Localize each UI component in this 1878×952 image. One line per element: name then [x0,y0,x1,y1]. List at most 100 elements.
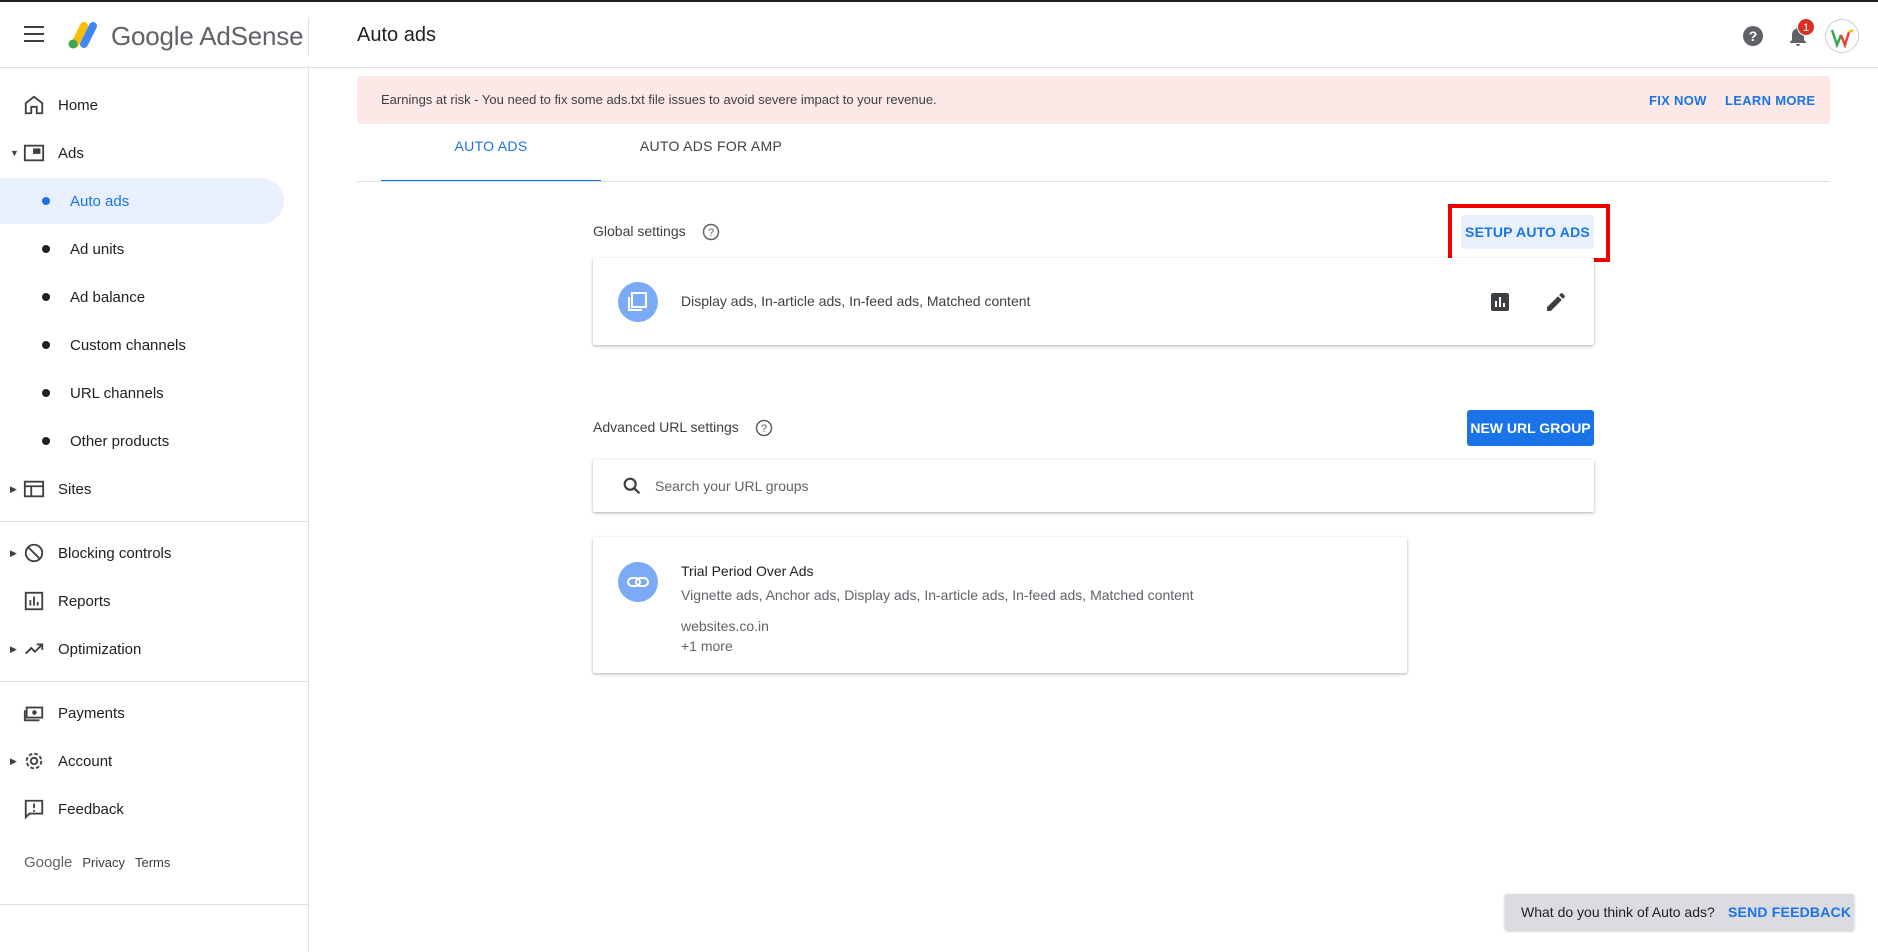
global-settings-title: Global settings [593,223,686,239]
footer-terms-link[interactable]: Terms [135,855,170,870]
copy-icon [628,292,647,311]
url-group-search [593,460,1594,512]
home-icon [24,95,44,115]
top-header: Google AdSense Auto ads ? 1 [0,2,1878,68]
sidebar-item-url-channels[interactable]: URL channels [0,370,284,416]
caret-right-icon: ▶ [10,547,17,558]
bullet-icon [42,437,50,445]
header-divider [308,18,309,56]
url-group-name: Trial Period Over Ads [681,563,814,579]
caret-right-icon: ▶ [10,483,17,494]
caret-down-icon: ▼ [10,148,19,158]
sidebar-item-optimization[interactable]: ▶ Optimization [0,626,284,672]
url-group-ad-types: Vignette ads, Anchor ads, Display ads, I… [681,587,1194,603]
sidebar-item-label: Other products [70,432,170,450]
global-ad-types: Display ads, In-article ads, In-feed ads… [681,293,1031,309]
caret-right-icon: ▶ [10,643,17,654]
sidebar-item-label: Optimization [58,640,142,658]
new-url-group-button[interactable]: NEW URL GROUP [1467,410,1594,446]
ads-icon [23,144,45,162]
sidebar-item-auto-ads[interactable]: Auto ads [0,178,284,224]
brand-name: Google AdSense [111,21,304,51]
url-group-card[interactable]: Trial Period Over Ads Vignette ads, Anch… [593,537,1407,673]
sidebar-item-label: Feedback [58,800,124,818]
sidebar-item-other-products[interactable]: Other products [0,418,284,464]
send-feedback-button[interactable]: SEND FEEDBACK [1728,904,1851,920]
trending-up-icon [25,643,44,655]
fix-now-button[interactable]: FIX NOW [1649,93,1707,108]
sites-icon [23,480,45,498]
svg-text:?: ? [1749,28,1758,44]
sidebar-item-label: Custom channels [70,336,186,354]
search-input[interactable] [655,474,1555,498]
svg-text:?: ? [761,423,767,435]
tab-auto-ads-for-amp[interactable]: AUTO ADS FOR AMP [601,138,821,182]
display-ads-icon [618,282,658,322]
bullet-icon [42,389,50,397]
feedback-icon [24,799,44,820]
bullet-icon [42,293,50,301]
payments-icon [23,706,44,722]
sidebar-footer: Google Privacy Terms [24,854,170,871]
ads-txt-alert-banner: Earnings at risk - You need to fix some … [357,76,1830,124]
sidebar-item-label: Auto ads [70,192,130,210]
svg-text:?: ? [708,227,714,239]
sidebar-item-label: Account [58,752,113,770]
tabs-divider [357,181,1830,182]
sidebar-item-label: Home [58,96,99,114]
sidebar-item-payments[interactable]: Payments [0,690,284,736]
help-outline-icon[interactable]: ? [702,223,720,241]
sidebar-item-label: Reports [58,592,111,610]
url-group-site: websites.co.in [681,618,769,634]
avatar-w-icon [1830,28,1854,49]
global-settings-card: Display ads, In-article ads, In-feed ads… [593,258,1594,345]
sidebar-item-label: Ads [58,144,84,162]
sidebar-item-feedback[interactable]: Feedback [0,786,284,832]
bullet-icon [42,245,50,253]
sidebar-item-ad-balance[interactable]: Ad balance [0,274,284,320]
help-outline-icon[interactable]: ? [755,419,773,437]
footer-privacy-link[interactable]: Privacy [82,855,125,870]
tab-auto-ads[interactable]: AUTO ADS [381,138,601,182]
sidebar-item-custom-channels[interactable]: Custom channels [0,322,284,368]
feedback-snackbar: What do you think of Auto ads? SEND FEED… [1505,894,1854,930]
learn-more-button[interactable]: LEARN MORE [1725,93,1815,108]
page-title: Auto ads [357,24,436,46]
sidebar-item-ads[interactable]: ▼ Ads [0,130,284,176]
alert-message: Earnings at risk - You need to fix some … [381,92,937,107]
snackbar-message: What do you think of Auto ads? [1521,904,1715,920]
account-avatar[interactable] [1825,19,1859,53]
sidebar-item-label: Ad balance [70,288,146,306]
advanced-url-settings-title: Advanced URL settings [593,419,739,435]
notification-badge: 1 [1797,18,1815,36]
bar-chart-icon[interactable] [1488,290,1512,314]
sidebar-item-reports[interactable]: Reports [0,578,284,624]
sidebar-item-ad-units[interactable]: Ad units [0,226,284,272]
edit-pencil-icon[interactable] [1544,290,1568,314]
sidebar-divider [0,521,308,522]
gear-icon [25,752,43,770]
sidebar-item-label: URL channels [70,384,164,402]
search-icon [623,477,641,495]
sidebar-item-sites[interactable]: ▶ Sites [0,466,284,512]
sidebar-item-blocking-controls[interactable]: ▶ Blocking controls [0,530,284,576]
sidebar-divider [0,904,308,905]
sidebar: Home ▼ Ads Auto ads Ad units Ad balance … [0,68,309,952]
sidebar-item-label: Payments [58,704,125,722]
footer-google: Google [24,854,73,871]
url-group-more: +1 more [681,638,733,654]
url-group-icon [618,562,658,602]
sidebar-item-home[interactable]: Home [0,82,284,128]
sidebar-item-label: Sites [58,480,92,498]
adsense-logo-icon [68,22,97,49]
sidebar-divider [0,681,308,682]
block-icon [24,543,44,563]
app-root: Google AdSense Auto ads ? 1 Home ▼ Ads A… [0,0,1878,952]
help-icon[interactable]: ? [1741,24,1765,48]
bullet-icon [42,341,50,349]
reports-icon [24,591,44,611]
setup-auto-ads-button[interactable]: SETUP AUTO ADS [1461,215,1594,249]
menu-icon[interactable] [24,26,44,42]
sidebar-item-label: Ad units [70,240,125,258]
sidebar-item-account[interactable]: ▶ Account [0,738,284,784]
